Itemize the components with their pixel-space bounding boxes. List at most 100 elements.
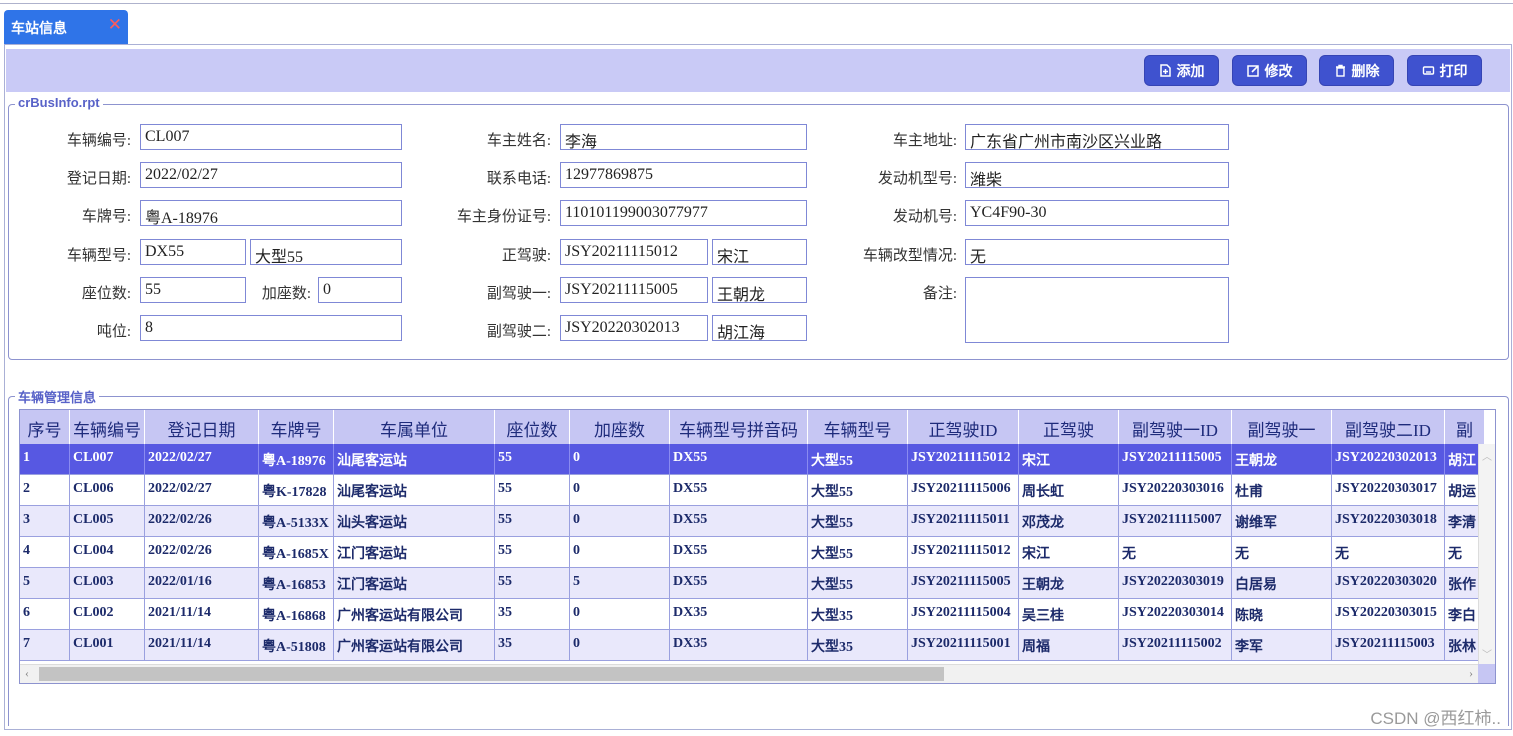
table-row[interactable]: 7 CL001 2021/11/14 粤A-51808 广州客运站有限公司 35 0 DX35… <box>20 630 1485 661</box>
table-cell[interactable]: 0 <box>570 630 670 661</box>
scroll-up-icon[interactable]: ︿ <box>1482 448 1492 463</box>
table-cell[interactable]: 55 <box>495 444 570 475</box>
table-cell[interactable]: 汕尾客运站 <box>334 444 495 475</box>
table-row[interactable]: 1 CL007 2022/02/27 粤A-18976 汕尾客运站 55 0 DX55 大型55… <box>20 444 1485 475</box>
column-header[interactable]: 车辆编号 <box>70 410 145 444</box>
table-cell[interactable]: 无 <box>1332 537 1445 568</box>
table-row[interactable]: 4 CL004 2022/02/26 粤A-1685X 江门客运站 55 0 DX55 大型55… <box>20 537 1485 568</box>
table-cell[interactable]: 粤K-17828 <box>259 475 334 506</box>
table-cell[interactable]: JSY20211115002 <box>1119 630 1232 661</box>
table-cell[interactable]: 江门客运站 <box>334 537 495 568</box>
table-cell[interactable]: JSY20220303014 <box>1119 599 1232 630</box>
horizontal-scrollbar[interactable]: ‹ › <box>20 664 1495 683</box>
codriver2-id-field[interactable]: JSY20220302013 <box>560 315 708 341</box>
table-cell[interactable]: 粤A-16868 <box>259 599 334 630</box>
table-cell[interactable]: 2022/02/27 <box>145 475 259 506</box>
driver-id-field[interactable]: JSY20211115012 <box>560 239 708 265</box>
table-cell[interactable]: 江门客运站 <box>334 568 495 599</box>
engine-model-field[interactable]: 潍柴 <box>965 162 1229 188</box>
table-cell[interactable]: 大型55 <box>808 568 908 599</box>
column-header[interactable]: 副驾驶二ID <box>1332 410 1445 444</box>
phone-field[interactable]: 12977869875 <box>560 162 807 188</box>
table-cell[interactable]: 1 <box>20 444 70 475</box>
table-row[interactable]: 6 CL002 2021/11/14 粤A-16868 广州客运站有限公司 35 0 DX35… <box>20 599 1485 630</box>
table-cell[interactable]: 0 <box>570 599 670 630</box>
table-cell[interactable]: CL006 <box>70 475 145 506</box>
table-cell[interactable]: 李军 <box>1232 630 1332 661</box>
table-cell[interactable]: JSY20211115003 <box>1332 630 1445 661</box>
table-cell[interactable]: 3 <box>20 506 70 537</box>
vertical-scrollbar[interactable]: ︿ ﹀ <box>1478 444 1495 665</box>
delete-button[interactable]: 删除 <box>1319 55 1394 86</box>
table-cell[interactable]: 55 <box>495 537 570 568</box>
close-icon[interactable]: ✕ <box>108 15 122 35</box>
table-cell[interactable]: 5 <box>20 568 70 599</box>
table-cell[interactable]: 55 <box>495 568 570 599</box>
table-cell[interactable]: 汕头客运站 <box>334 506 495 537</box>
table-cell[interactable]: JSY20211115011 <box>908 506 1019 537</box>
owner-id-field[interactable]: 110101199003077977 <box>560 200 807 226</box>
table-cell[interactable]: JSY20220302013 <box>1332 444 1445 475</box>
column-header[interactable]: 正驾驶 <box>1019 410 1119 444</box>
table-cell[interactable]: DX55 <box>670 444 808 475</box>
modify-field[interactable]: 无 <box>965 239 1229 265</box>
table-cell[interactable]: CL007 <box>70 444 145 475</box>
table-cell[interactable]: JSY20211115004 <box>908 599 1019 630</box>
table-cell[interactable]: CL004 <box>70 537 145 568</box>
column-header[interactable]: 副 <box>1445 410 1485 444</box>
table-cell[interactable]: 大型35 <box>808 599 908 630</box>
table-cell[interactable]: 大型55 <box>808 475 908 506</box>
table-cell[interactable]: DX35 <box>670 630 808 661</box>
table-cell[interactable]: 6 <box>20 599 70 630</box>
table-cell[interactable]: 2 <box>20 475 70 506</box>
table-row[interactable]: 3 CL005 2022/02/26 粤A-5133X 汕头客运站 55 0 DX55 大型55… <box>20 506 1485 537</box>
codriver2-name-field[interactable]: 胡江海 <box>712 315 807 341</box>
table-cell[interactable]: 35 <box>495 630 570 661</box>
table-cell[interactable]: DX55 <box>670 506 808 537</box>
table-cell[interactable]: JSY20220303019 <box>1119 568 1232 599</box>
owner-name-field[interactable]: 李海 <box>560 124 807 150</box>
plate-field[interactable]: 粤A-18976 <box>140 200 402 226</box>
tab-station-info[interactable]: 车站信息 ✕ <box>4 10 128 44</box>
table-cell[interactable]: 吴三桂 <box>1019 599 1119 630</box>
print-button[interactable]: 打印 <box>1407 55 1482 86</box>
column-header[interactable]: 座位数 <box>495 410 570 444</box>
column-header[interactable]: 登记日期 <box>145 410 259 444</box>
column-header[interactable]: 副驾驶一 <box>1232 410 1332 444</box>
table-cell[interactable]: 无 <box>1119 537 1232 568</box>
table-cell[interactable]: JSY20211115001 <box>908 630 1019 661</box>
table-cell[interactable]: 55 <box>495 475 570 506</box>
table-cell[interactable]: 2022/02/27 <box>145 444 259 475</box>
note-field[interactable] <box>965 277 1229 343</box>
table-cell[interactable]: 7 <box>20 630 70 661</box>
table-cell[interactable]: DX55 <box>670 537 808 568</box>
column-header[interactable]: 副驾驶一ID <box>1119 410 1232 444</box>
table-cell[interactable]: 杜甫 <box>1232 475 1332 506</box>
table-cell[interactable]: 广州客运站有限公司 <box>334 630 495 661</box>
column-header[interactable]: 车辆型号拼音码 <box>670 410 808 444</box>
table-cell[interactable]: JSY20220303017 <box>1332 475 1445 506</box>
table-cell[interactable]: DX35 <box>670 599 808 630</box>
table-cell[interactable]: 大型55 <box>808 537 908 568</box>
column-header[interactable]: 车辆型号 <box>808 410 908 444</box>
table-cell[interactable]: 宋江 <box>1019 537 1119 568</box>
table-cell[interactable]: 55 <box>495 506 570 537</box>
column-header[interactable]: 正驾驶ID <box>908 410 1019 444</box>
driver-name-field[interactable]: 宋江 <box>712 239 807 265</box>
table-cell[interactable]: 大型35 <box>808 630 908 661</box>
scroll-right-icon[interactable]: › <box>1469 666 1473 681</box>
table-cell[interactable]: JSY20211115012 <box>908 537 1019 568</box>
seats-field[interactable]: 55 <box>140 277 246 303</box>
table-cell[interactable]: 0 <box>570 506 670 537</box>
column-header[interactable]: 加座数 <box>570 410 670 444</box>
table-cell[interactable]: 粤A-5133X <box>259 506 334 537</box>
table-cell[interactable]: 宋江 <box>1019 444 1119 475</box>
table-cell[interactable]: 35 <box>495 599 570 630</box>
table-cell[interactable]: 周长虹 <box>1019 475 1119 506</box>
table-cell[interactable]: 谢维军 <box>1232 506 1332 537</box>
table-cell[interactable]: 粤A-51808 <box>259 630 334 661</box>
column-header[interactable]: 序号 <box>20 410 70 444</box>
table-cell[interactable]: 陈晓 <box>1232 599 1332 630</box>
table-cell[interactable]: 5 <box>570 568 670 599</box>
extra-seats-field[interactable]: 0 <box>318 277 402 303</box>
